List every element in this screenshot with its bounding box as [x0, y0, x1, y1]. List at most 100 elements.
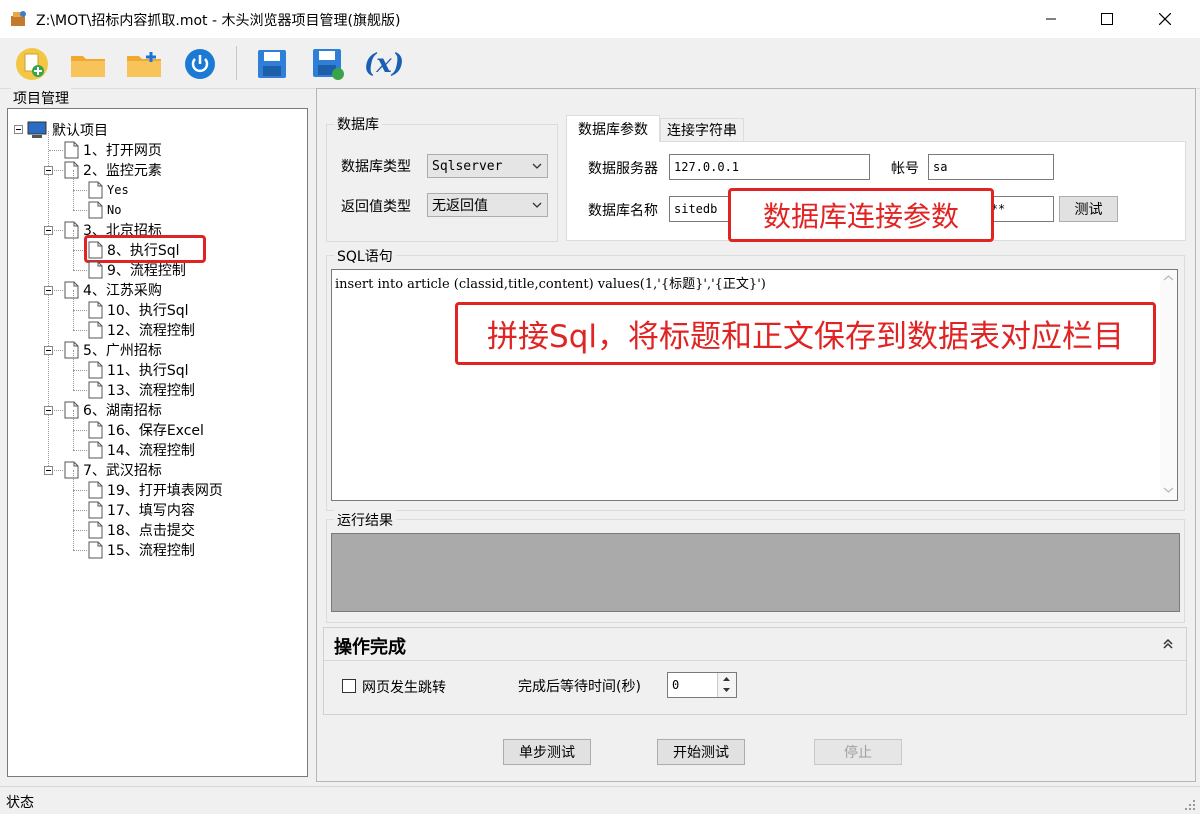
operation-section: 操作完成 网页发生跳转 完成后等待时间(秒) 0	[323, 627, 1187, 715]
tree-item[interactable]: 2、监控元素	[64, 160, 162, 180]
tree-item-label: 8、执行Sql	[107, 243, 180, 259]
account-input[interactable]: sa	[928, 154, 1054, 180]
variable-icon[interactable]: (x)	[364, 44, 404, 84]
tree-item-label: 19、打开填表网页	[107, 483, 223, 499]
tree-guide-line	[73, 310, 87, 311]
collapse-toggle[interactable]	[44, 346, 53, 355]
project-tree[interactable]: 默认项目 1、打开网页 2、监控元素 Yes No 3、北京招标 8、执行Sql 9、流程控…	[7, 108, 308, 777]
test-connection-button[interactable]: 测试	[1059, 196, 1118, 222]
wait-time-stepper[interactable]: 0	[667, 672, 737, 698]
operation-title: 操作完成	[334, 637, 406, 658]
collapse-toggle[interactable]	[44, 466, 53, 475]
jump-checkbox[interactable]	[342, 679, 356, 693]
account-label: 帐号	[891, 161, 919, 177]
operation-header[interactable]: 操作完成	[324, 628, 1186, 661]
tree-item[interactable]: 6、湖南招标	[64, 400, 162, 420]
database-caption: 数据库	[334, 114, 382, 134]
tree-guide-line	[73, 450, 87, 451]
sql-annotation: 拼接Sql，将标题和正文保存到数据表对应栏目	[455, 302, 1156, 365]
tree-item[interactable]: 3、北京招标	[64, 220, 162, 240]
jump-checkbox-label: 网页发生跳转	[362, 680, 446, 696]
step-test-button[interactable]: 单步测试	[503, 739, 591, 765]
stepper-buttons[interactable]	[717, 673, 736, 697]
add-folder-icon[interactable]	[124, 44, 164, 84]
document-icon	[64, 141, 79, 159]
server-input[interactable]: 127.0.0.1	[669, 154, 870, 180]
close-icon[interactable]	[1142, 0, 1188, 38]
return-type-select[interactable]: 无返回值	[427, 193, 548, 217]
tree-item-label: 10、执行Sql	[107, 303, 189, 319]
save-as-icon[interactable]	[308, 44, 348, 84]
document-icon	[64, 401, 79, 419]
collapse-toggle[interactable]	[44, 286, 53, 295]
collapse-toggle[interactable]	[44, 166, 53, 175]
stop-button[interactable]: 停止	[814, 739, 902, 765]
new-project-icon[interactable]	[12, 44, 52, 84]
toolbar: (x)	[0, 38, 1200, 89]
document-icon	[88, 441, 103, 459]
tree-item[interactable]: 12、流程控制	[88, 320, 195, 340]
collapse-toggle[interactable]	[14, 125, 23, 134]
tree-item[interactable]: 1、打开网页	[64, 140, 162, 160]
tree-item[interactable]: 9、流程控制	[88, 260, 186, 280]
tree-item[interactable]: 14、流程控制	[88, 440, 195, 460]
tree-item-label: 3、北京招标	[83, 223, 162, 239]
power-icon[interactable]	[180, 44, 220, 84]
tree-guide-line	[73, 250, 87, 251]
document-icon	[88, 381, 103, 399]
tree-root[interactable]: 默认项目	[26, 120, 108, 140]
tree-guide-line	[73, 290, 74, 310]
tab-db-params[interactable]: 数据库参数	[566, 115, 660, 142]
tree-item[interactable]: 5、广州招标	[64, 340, 162, 360]
tree-guide-line	[73, 230, 74, 250]
tree-item[interactable]: 10、执行Sql	[88, 300, 188, 320]
result-output[interactable]	[331, 533, 1180, 612]
tree-item[interactable]: 19、打开填表网页	[88, 480, 223, 500]
tree-item[interactable]: Yes	[88, 180, 129, 200]
tree-item[interactable]: 16、保存Excel	[88, 420, 204, 440]
tree-item[interactable]: 4、江苏采购	[64, 280, 162, 300]
tree-item[interactable]: 13、流程控制	[88, 380, 195, 400]
tree-guide-line	[73, 530, 87, 531]
tree-item[interactable]: 17、填写内容	[88, 500, 195, 520]
tree-guide-line	[73, 170, 74, 190]
document-icon	[88, 301, 103, 319]
tree-item[interactable]: 7、武汉招标	[64, 460, 162, 480]
tree-guide-line	[73, 190, 74, 210]
tree-item-label: 13、流程控制	[107, 383, 195, 399]
collapse-toggle[interactable]	[44, 406, 53, 415]
step-test-label: 单步测试	[519, 745, 575, 761]
open-folder-icon[interactable]	[68, 44, 108, 84]
tree-item[interactable]: 11、执行Sql	[88, 360, 188, 380]
tree-item[interactable]: No	[88, 200, 121, 220]
db-type-select[interactable]: Sqlserver	[427, 154, 548, 178]
scroll-up-icon[interactable]	[1163, 274, 1174, 282]
tree-guide-line	[73, 410, 74, 430]
tree-item[interactable]: 8、执行Sql	[88, 240, 180, 260]
resize-grip-icon[interactable]	[1184, 799, 1196, 811]
stepper-up-icon[interactable]	[722, 675, 731, 683]
tree-item-label: 16、保存Excel	[107, 423, 204, 439]
scrollbar[interactable]	[1160, 270, 1177, 500]
tree-item-label: 2、监控元素	[83, 163, 162, 179]
tree-item-label: 14、流程控制	[107, 443, 195, 459]
save-icon[interactable]	[252, 44, 292, 84]
tree-guide-line	[73, 270, 87, 271]
tree-item[interactable]: 18、点击提交	[88, 520, 195, 540]
scroll-down-icon[interactable]	[1163, 486, 1174, 494]
collapse-icon[interactable]	[1162, 638, 1174, 650]
maximize-icon[interactable]	[1084, 0, 1130, 38]
tab-connection-string[interactable]: 连接字符串	[660, 118, 744, 141]
minimize-icon[interactable]	[1028, 0, 1074, 38]
database-group	[326, 124, 558, 242]
start-test-button[interactable]: 开始测试	[657, 739, 745, 765]
stepper-down-icon[interactable]	[722, 686, 731, 694]
computer-icon	[27, 121, 47, 138]
tree-item[interactable]: 15、流程控制	[88, 540, 195, 560]
tree-guide-line	[73, 310, 74, 330]
tree-item-label: 11、执行Sql	[107, 363, 189, 379]
tree-item-label: 7、武汉招标	[83, 463, 162, 479]
wait-time-label: 完成后等待时间(秒)	[518, 679, 641, 695]
collapse-toggle[interactable]	[44, 226, 53, 235]
project-tree-group: 默认项目 1、打开网页 2、监控元素 Yes No 3、北京招标 8、执行Sql 9、流程控…	[3, 88, 312, 782]
